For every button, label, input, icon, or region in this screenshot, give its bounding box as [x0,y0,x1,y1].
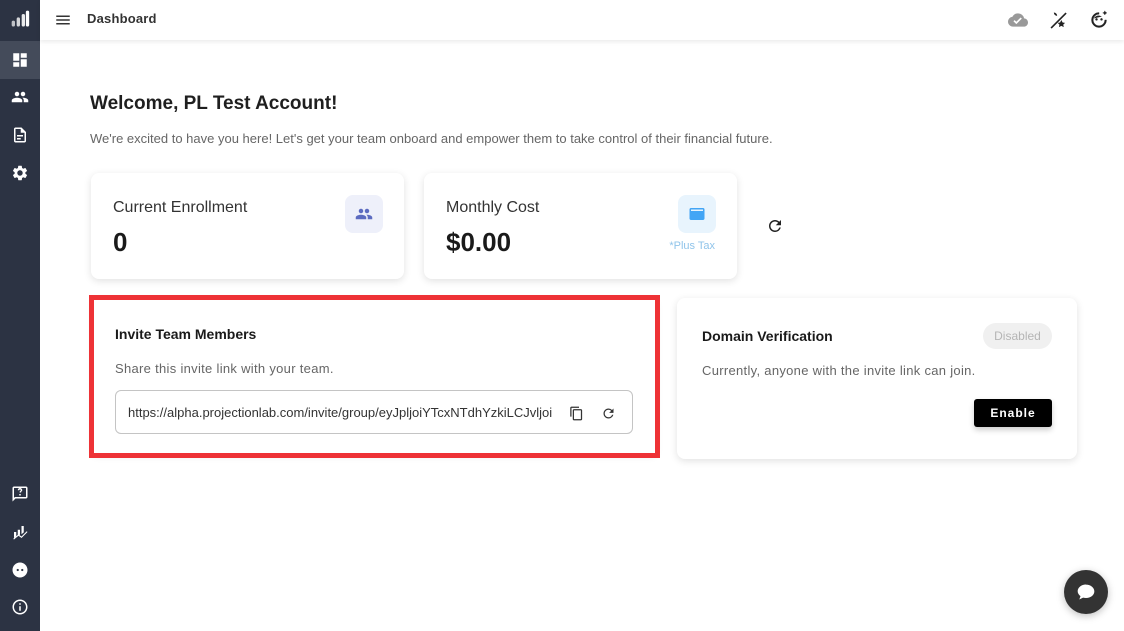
domain-description: Currently, anyone with the invite link c… [702,363,976,378]
top-app-bar: Dashboard [40,0,1124,40]
invite-title: Invite Team Members [115,326,257,342]
avatar-icon [1091,10,1108,28]
cloud-check-icon [1008,13,1028,27]
sidebar-item-help[interactable] [0,475,40,513]
invite-description: Share this invite link with your team. [115,361,334,376]
cost-value: $0.00 [446,227,512,257]
projectionlab-logo-icon [11,10,30,27]
sidebar-item-community[interactable] [0,551,40,589]
copy-link-button[interactable] [566,403,586,423]
people-icon [11,91,29,103]
app-logo[interactable] [0,0,40,38]
refresh-icon [603,408,613,418]
enrollment-icon-box [345,195,383,233]
chat-support-button[interactable] [1064,570,1108,614]
info-icon [12,599,28,615]
hamburger-menu-icon [56,15,70,25]
sidebar-item-dashboard[interactable] [0,41,40,79]
help-chat-icon [12,486,28,502]
chat-bubble-icon [1077,584,1095,600]
cloud-sync-button[interactable] [1006,8,1030,32]
welcome-subtitle: We're excited to have you here! Let's ge… [90,131,773,146]
sidebar-item-info[interactable] [0,588,40,626]
monthly-cost-card: Monthly Cost $0.00 *Plus Tax [424,173,737,279]
sidebar-item-settings[interactable] [0,154,40,192]
menu-button[interactable] [52,9,74,31]
account-avatar-button[interactable] [1087,8,1111,32]
copy-icon [569,406,582,420]
enrollment-value: 0 [113,227,128,257]
welcome-heading: Welcome, PL Test Account! [90,93,338,114]
refresh-stats-button[interactable] [765,216,785,236]
gear-icon [12,165,28,181]
theme-toggle-button[interactable] [1046,8,1070,32]
sidebar-item-documents[interactable] [0,116,40,154]
enrollment-card: Current Enrollment 0 [91,173,404,279]
sidebar [0,0,40,631]
invite-link-text[interactable]: https://alpha.projectionlab.com/invite/g… [128,405,558,420]
credit-card-icon [689,208,705,220]
chart-icon [13,526,28,540]
refresh-icon [769,220,781,232]
plus-tax-note: *Plus Tax [669,240,715,252]
people-icon [355,208,373,220]
community-icon [12,562,28,578]
regenerate-link-button[interactable] [598,403,618,423]
page-title: Dashboard [87,11,157,26]
document-icon [14,127,26,143]
sidebar-item-analytics[interactable] [0,513,40,551]
domain-title: Domain Verification [702,328,833,344]
invite-link-field[interactable]: https://alpha.projectionlab.com/invite/g… [115,390,633,434]
status-badge: Disabled [983,323,1052,349]
enrollment-label: Current Enrollment [113,199,248,216]
cost-label: Monthly Cost [446,199,540,216]
sidebar-item-team[interactable] [0,78,40,116]
dashboard-icon [13,53,27,67]
enable-button[interactable]: Enable [974,399,1052,427]
cost-icon-box [678,195,716,233]
theme-toggle-icon [1050,12,1067,29]
